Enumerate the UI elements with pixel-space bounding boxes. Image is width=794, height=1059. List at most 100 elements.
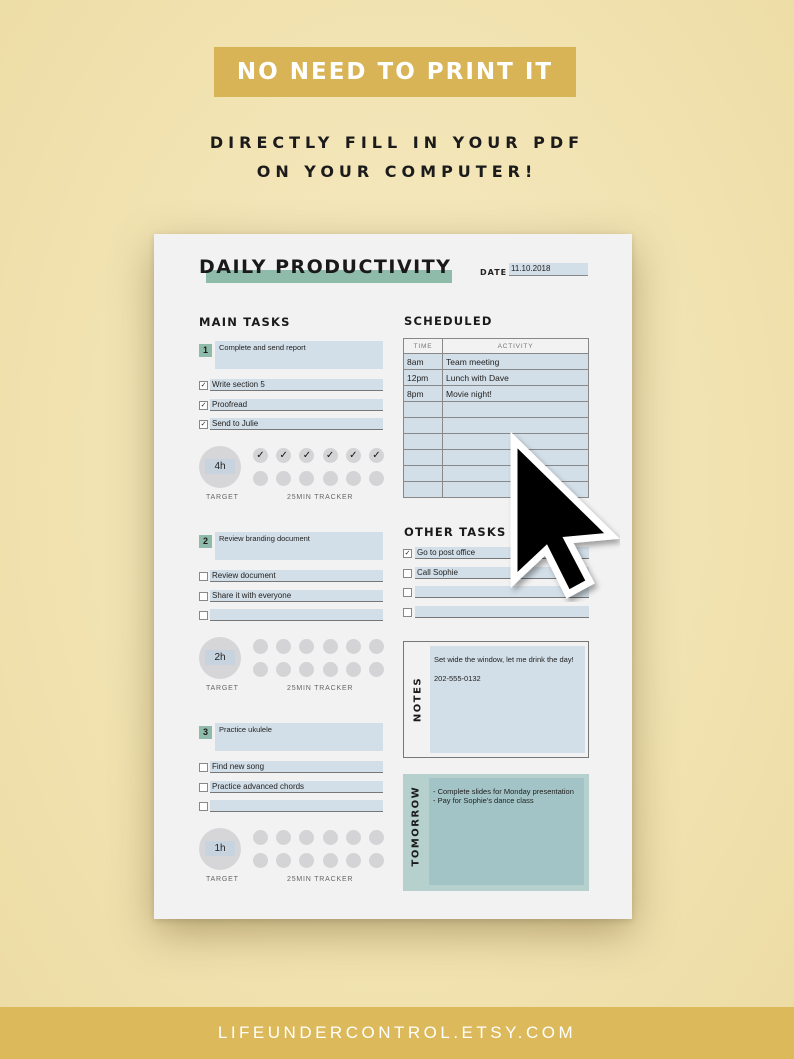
schedule-time-field[interactable] <box>403 465 443 482</box>
subtask-checkbox[interactable]: ✓ <box>199 381 208 390</box>
tracker-label: 25MIN TRACKER <box>287 876 354 883</box>
pomodoro-tracker-dot[interactable]: ✓ <box>276 448 292 463</box>
subtask-checkbox[interactable] <box>199 782 208 792</box>
date-field[interactable]: 11.10.2018 <box>509 263 588 276</box>
pomodoro-tracker-dot[interactable]: ✓ <box>345 448 361 463</box>
pomodoro-tracker-dot[interactable] <box>299 830 315 845</box>
target-hours-field[interactable]: 1h <box>205 841 235 856</box>
check-icon: ✓ <box>200 382 207 389</box>
main-task-field[interactable]: Complete and send report <box>215 341 383 369</box>
schedule-time-field[interactable]: 8pm <box>403 385 443 402</box>
other-task-checkbox[interactable] <box>403 607 412 617</box>
target-hours-field[interactable]: 2h <box>205 650 235 665</box>
tomorrow-line1: - Complete slides for Monday presentatio… <box>433 787 574 796</box>
pomodoro-tracker-dot[interactable] <box>253 830 268 845</box>
subtask-field[interactable] <box>210 609 383 621</box>
pomodoro-tracker-dot[interactable] <box>369 639 384 654</box>
subtask-field[interactable]: Write section 5 <box>210 379 383 391</box>
pomodoro-tracker-dot[interactable] <box>345 853 361 868</box>
schedule-activity-field[interactable]: Movie night! <box>442 385 589 402</box>
pomodoro-tracker-dot[interactable] <box>276 830 292 845</box>
schedule-time-field[interactable]: 12pm <box>403 369 443 386</box>
main-task-field[interactable]: Practice ukulele <box>215 723 383 751</box>
pomodoro-tracker-dot[interactable]: ✓ <box>322 448 338 463</box>
pomodoro-tracker-dot[interactable] <box>345 662 361 677</box>
pomodoro-tracker-dot[interactable] <box>345 639 361 654</box>
target-hours-field[interactable]: 4h <box>205 459 235 474</box>
check-icon: ✓ <box>200 421 207 428</box>
schedule-row: 8pm Movie night! <box>403 385 589 402</box>
pomodoro-tracker-dot[interactable] <box>276 471 292 486</box>
pomodoro-tracker-dot[interactable] <box>322 662 338 677</box>
other-tasks-heading: OTHER TASKS <box>404 525 507 539</box>
schedule-time-field[interactable] <box>403 481 443 498</box>
pomodoro-tracker-dot[interactable] <box>322 639 338 654</box>
subtask-checkbox[interactable] <box>199 802 208 811</box>
subtask-field[interactable]: Send to Julie <box>210 418 383 430</box>
subtask-field[interactable]: Review document <box>210 570 383 582</box>
other-task-checkbox[interactable]: ✓ <box>403 549 412 558</box>
main-task-field[interactable]: Review branding document <box>215 532 383 560</box>
pomodoro-tracker-dot[interactable] <box>345 830 361 845</box>
subtask-checkbox[interactable] <box>199 572 208 581</box>
pomodoro-tracker-dot[interactable] <box>276 662 292 677</box>
target-label: TARGET <box>206 876 239 883</box>
tracker-label: 25MIN TRACKER <box>287 685 354 692</box>
schedule-time-field[interactable] <box>403 417 443 434</box>
pomodoro-tracker-dot[interactable] <box>322 471 338 486</box>
pomodoro-tracker-dot[interactable] <box>369 471 384 486</box>
check-icon: ✓ <box>200 401 207 409</box>
notes-field[interactable]: Set wide the window, let me drink the da… <box>430 646 585 753</box>
schedule-time-field[interactable]: 8am <box>403 353 443 370</box>
target-label: TARGET <box>206 685 239 692</box>
schedule-row: 8am Team meeting <box>403 353 589 370</box>
pomodoro-tracker-dot[interactable] <box>299 639 315 654</box>
subtask-field[interactable] <box>210 800 383 812</box>
promo-subtitle-line2: ON YOUR COMPUTER! <box>256 162 538 181</box>
scheduled-heading: SCHEDULED <box>404 314 493 328</box>
schedule-activity-field[interactable] <box>442 401 589 418</box>
pomodoro-tracker-dot[interactable] <box>253 662 268 677</box>
pomodoro-tracker-dot[interactable] <box>299 662 315 677</box>
tomorrow-field[interactable]: - Complete slides for Monday presentatio… <box>429 778 584 885</box>
pomodoro-tracker-dot[interactable] <box>253 471 268 486</box>
pomodoro-tracker-dot[interactable] <box>276 853 292 868</box>
planner-title: DAILY PRODUCTIVITY <box>199 256 452 278</box>
schedule-time-field[interactable] <box>403 433 443 450</box>
subtask-field[interactable]: Share it with everyone <box>210 589 383 602</box>
pomodoro-tracker-dot[interactable] <box>253 639 268 654</box>
schedule-time-field[interactable] <box>403 449 443 466</box>
footer-url[interactable]: LIFEUNDERCONTROL.ETSY.COM <box>0 1007 794 1059</box>
schedule-time-field[interactable] <box>403 401 443 418</box>
pomodoro-tracker-dot[interactable] <box>276 639 292 654</box>
other-task-checkbox[interactable] <box>403 588 412 597</box>
pomodoro-tracker-dot[interactable] <box>253 853 268 868</box>
pomodoro-tracker-dot[interactable] <box>369 830 384 845</box>
pomodoro-tracker-dot[interactable] <box>345 471 361 486</box>
schedule-activity-field[interactable]: Team meeting <box>442 353 589 370</box>
subtask-checkbox[interactable] <box>199 611 208 620</box>
subtask-checkbox[interactable]: ✓ <box>199 400 208 410</box>
subtask-field[interactable]: Practice advanced chords <box>210 780 383 793</box>
subtask-checkbox[interactable] <box>199 763 208 772</box>
subtask-field[interactable]: Proofread <box>210 398 383 411</box>
notes-box: NOTES Set wide the window, let me drink … <box>403 641 589 758</box>
pomodoro-tracker-dot[interactable]: ✓ <box>253 448 268 463</box>
subtask-checkbox[interactable] <box>199 591 208 601</box>
pomodoro-tracker-dot[interactable] <box>369 662 384 677</box>
pomodoro-tracker-dot[interactable] <box>369 853 384 868</box>
pomodoro-tracker-dot[interactable] <box>322 830 338 845</box>
pomodoro-tracker-dot[interactable] <box>322 853 338 868</box>
pomodoro-tracker-dot[interactable]: ✓ <box>299 448 315 463</box>
schedule-activity-field[interactable]: Lunch with Dave <box>442 369 589 386</box>
pomodoro-tracker-dot[interactable]: ✓ <box>369 448 384 463</box>
check-icon: ✓ <box>349 450 358 461</box>
subtask-field[interactable]: Find new song <box>210 761 383 773</box>
pomodoro-tracker-dot[interactable] <box>299 471 315 486</box>
schedule-row <box>403 401 589 418</box>
task-number-badge: 1 <box>199 344 212 357</box>
other-task-checkbox[interactable] <box>403 568 412 578</box>
other-task-field[interactable] <box>415 605 589 618</box>
pomodoro-tracker-dot[interactable] <box>299 853 315 868</box>
subtask-checkbox[interactable]: ✓ <box>199 420 208 429</box>
